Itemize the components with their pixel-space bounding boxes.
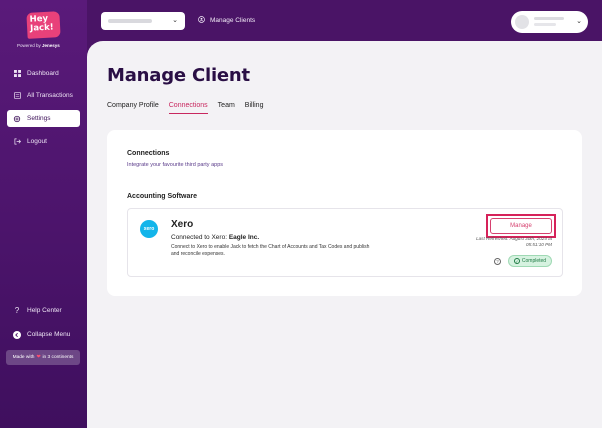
last-refreshed-line2: 05:51:10 PM <box>525 242 552 247</box>
sidebar-item-logout[interactable]: Logout <box>7 133 80 150</box>
xero-integration-card: xero Xero Connected to Xero: Eagle Inc. … <box>127 208 563 277</box>
sidebar-item-settings[interactable]: Settings <box>7 110 80 127</box>
status-badge: ✓ Completed <box>508 255 552 267</box>
client-select-placeholder <box>108 19 152 23</box>
made-with-prefix: Made with <box>12 355 35 360</box>
manage-clients-label: Manage Clients <box>210 17 256 24</box>
sidebar-item-label: All Transactions <box>27 92 73 99</box>
page-title: Manage Client <box>107 65 250 86</box>
user-menu[interactable]: ⌄ <box>511 11 588 33</box>
help-center-label: Help Center <box>27 307 62 314</box>
help-center-link[interactable]: ? Help Center <box>7 302 80 319</box>
tab-company-profile[interactable]: Company Profile <box>107 102 159 114</box>
tab-connections[interactable]: Connections <box>168 102 208 114</box>
xero-logo-icon: xero <box>140 220 158 238</box>
powered-brand: Jenesys <box>42 43 60 48</box>
connections-subtitle: Integrate your favourite third party app… <box>127 162 223 168</box>
sidebar-item-label: Logout <box>27 138 47 145</box>
chevron-down-icon: ⌄ <box>172 17 178 24</box>
collapse-menu-label: Collapse Menu <box>27 331 71 338</box>
main-content: Manage Client Company Profile Connection… <box>87 41 602 428</box>
chevron-down-icon: ⌄ <box>576 18 582 25</box>
tab-team[interactable]: Team <box>218 102 235 114</box>
integration-description: Connect to Xero to enable Jack to fetch … <box>171 244 370 257</box>
help-icon[interactable]: ? <box>494 258 501 265</box>
tab-billing[interactable]: Billing <box>245 102 264 114</box>
connections-card: Connections Integrate your favourite thi… <box>107 130 582 296</box>
dashboard-icon <box>13 70 21 78</box>
connected-company: Eagle Inc. <box>228 234 260 241</box>
sidebar-item-all-transactions[interactable]: All Transactions <box>7 87 80 104</box>
made-with-suffix: in 3 continents <box>42 355 74 360</box>
manage-clients-link[interactable]: Manage Clients <box>198 16 255 25</box>
question-icon: ? <box>14 306 20 315</box>
avatar <box>515 15 529 29</box>
sidebar-item-dashboard[interactable]: Dashboard <box>7 65 80 82</box>
logout-icon <box>13 138 21 146</box>
sidebar: Hey Jack! Powered by Jenesys Dashboard A… <box>0 0 87 428</box>
heart-icon: ❤ <box>36 355 41 360</box>
accounting-software-title: Accounting Software <box>127 193 198 200</box>
manage-button[interactable]: Manage <box>490 218 552 234</box>
made-with-badge: Made with ❤ in 3 continents <box>6 350 80 365</box>
connections-title: Connections <box>127 150 170 157</box>
transactions-icon <box>13 92 21 100</box>
check-circle-icon: ✓ <box>513 258 520 264</box>
topbar: ⌄ Manage Clients ⌄ <box>87 0 602 41</box>
collapse-menu-button[interactable]: Collapse Menu <box>7 326 80 343</box>
sidebar-item-label: Dashboard <box>27 70 59 77</box>
gear-icon <box>13 115 21 123</box>
client-select[interactable]: ⌄ <box>101 12 185 30</box>
clients-icon <box>198 16 205 25</box>
collapse-icon <box>13 330 21 339</box>
connected-prefix: Connected to Xero: <box>171 234 228 241</box>
connected-to-text: Connected to Xero: Eagle Inc. <box>171 234 259 241</box>
user-name-placeholder <box>534 17 564 20</box>
last-refreshed-text: Last Refreshed: August 30th, 2024 at 05:… <box>476 236 552 248</box>
integration-name: Xero <box>171 219 194 230</box>
tab-bar: Company Profile Connections Team Billing <box>107 102 273 114</box>
user-email-placeholder <box>534 23 556 26</box>
powered-by: Powered by Jenesys <box>17 43 60 48</box>
sidebar-item-label: Settings <box>27 115 51 122</box>
hey-jack-logo[interactable]: Hey Jack! <box>26 11 61 39</box>
status-label: Completed <box>521 258 547 264</box>
powered-prefix: Powered by <box>17 43 41 48</box>
